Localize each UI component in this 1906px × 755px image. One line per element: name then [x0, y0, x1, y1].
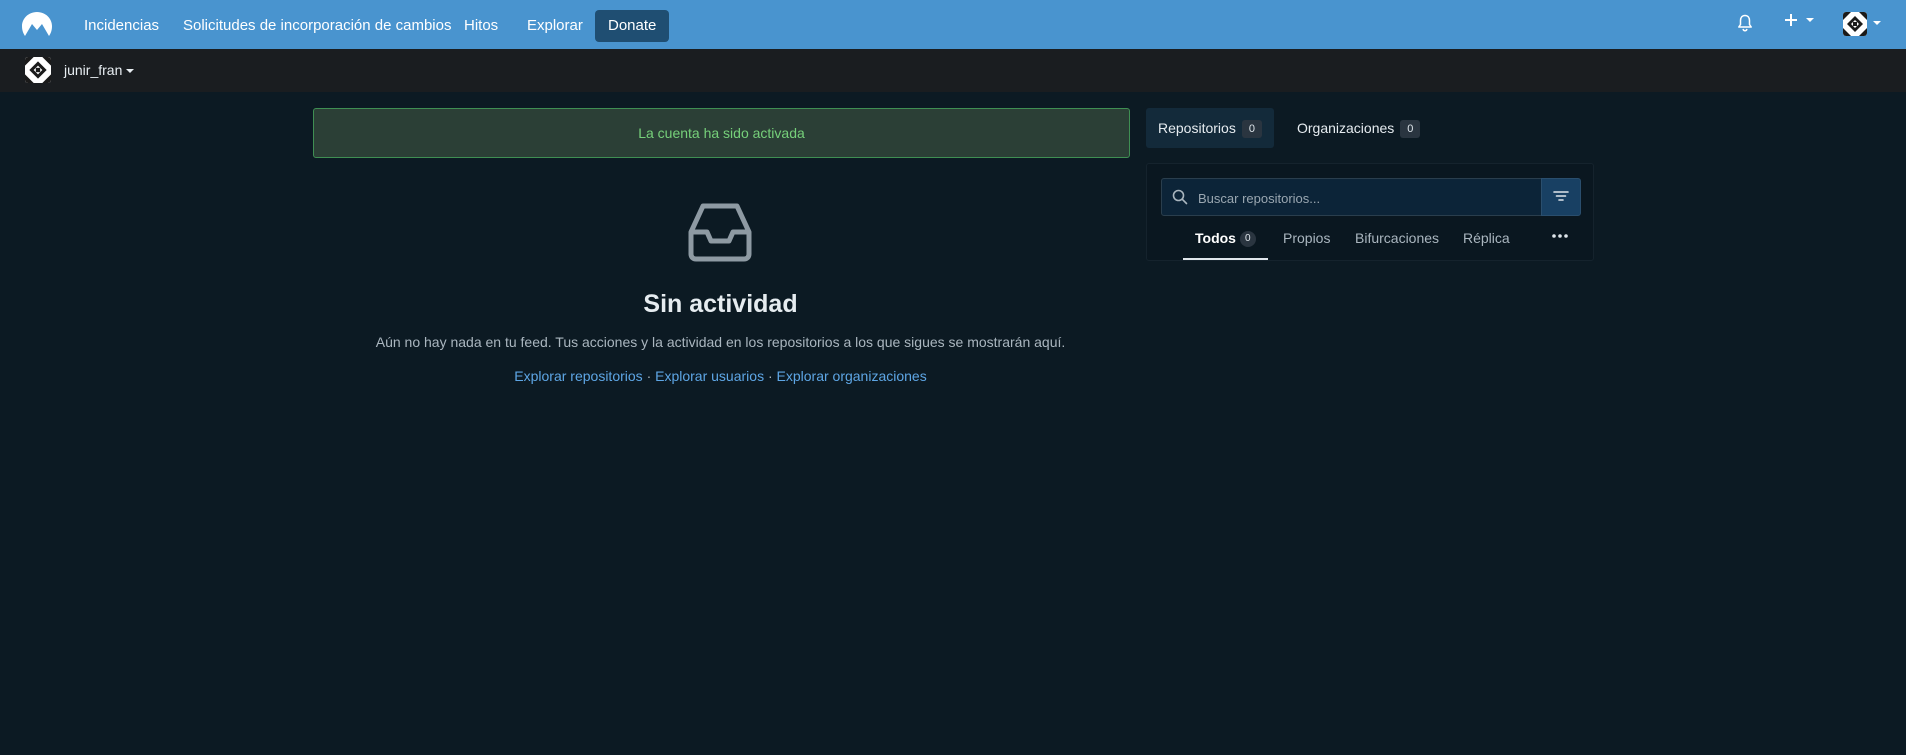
chevron-down-icon	[126, 69, 135, 74]
context-bar: junir_fran	[0, 49, 1906, 92]
count-badge: 0	[1239, 231, 1256, 248]
repo-panel: Todos0 Propios Bifurcaciones Réplica	[1146, 163, 1594, 261]
inbox-icon	[688, 203, 752, 262]
nav-milestones[interactable]: Hitos	[454, 10, 508, 42]
bell-icon[interactable]	[1737, 14, 1753, 32]
avatar[interactable]	[25, 57, 51, 83]
search-icon	[1172, 189, 1188, 205]
filter-label: Bifurcaciones	[1355, 230, 1440, 246]
repo-search	[1161, 178, 1543, 217]
tab-label: Repositorios	[1158, 120, 1236, 136]
link-separator: ·	[767, 368, 773, 384]
chevron-down-icon	[1873, 21, 1881, 25]
context-switcher[interactable]: junir_fran	[64, 62, 135, 78]
nav-explore[interactable]: Explorar	[517, 10, 593, 42]
filter-tab-forks[interactable]: Bifurcaciones	[1343, 223, 1451, 260]
chevron-down-icon	[1806, 17, 1815, 22]
filter-label: Propios	[1283, 230, 1331, 246]
search-input[interactable]	[1196, 179, 1540, 217]
donate-button[interactable]: Donate	[595, 10, 670, 42]
top-navbar: Incidencias Solicitudes de incorporación…	[0, 0, 1906, 49]
filter-tab-all[interactable]: Todos 0	[1183, 223, 1268, 260]
explore-links: Explorar repositorios · Explorar usuario…	[313, 368, 1128, 384]
empty-feed-title: Sin actividad	[643, 290, 798, 318]
filter-label: Todos	[1195, 230, 1236, 246]
username-label: junir_fran	[64, 62, 123, 78]
filter-label: Réplica	[1463, 230, 1510, 246]
tab-repositories[interactable]: Repositorios 0	[1146, 108, 1274, 148]
explore-users-link[interactable]: Explorar usuarios	[655, 368, 764, 384]
more-icon[interactable]	[1551, 233, 1569, 239]
count-badge: 0	[1241, 120, 1262, 139]
explore-repos-link[interactable]: Explorar repositorios	[514, 368, 642, 384]
tab-label: Organizaciones	[1297, 120, 1395, 136]
user-menu[interactable]	[1843, 11, 1883, 39]
tab-organizations[interactable]: Organizaciones 0	[1285, 108, 1432, 148]
alert-message: La cuenta ha sido activada	[638, 125, 805, 141]
filter-tab-mirrors[interactable]: Réplica	[1451, 223, 1522, 260]
filter-icon	[1553, 191, 1569, 201]
avatar	[1843, 12, 1867, 36]
plus-icon	[1785, 13, 1797, 26]
link-separator: ·	[646, 368, 652, 384]
empty-feed-description: Aún no hay nada en tu feed. Tus acciones…	[375, 334, 1066, 350]
nav-pull-requests[interactable]: Solicitudes de incorporación de cambios	[173, 10, 461, 42]
app-logo-icon[interactable]	[20, 10, 54, 40]
explore-orgs-link[interactable]: Explorar organizaciones	[777, 368, 927, 384]
success-alert: La cuenta ha sido activada	[313, 108, 1130, 158]
nav-issues[interactable]: Incidencias	[74, 10, 169, 42]
create-menu[interactable]	[1784, 11, 1815, 29]
filter-tab-owned[interactable]: Propios	[1271, 223, 1342, 260]
filter-button[interactable]	[1541, 178, 1581, 216]
count-badge: 0	[1400, 120, 1421, 139]
